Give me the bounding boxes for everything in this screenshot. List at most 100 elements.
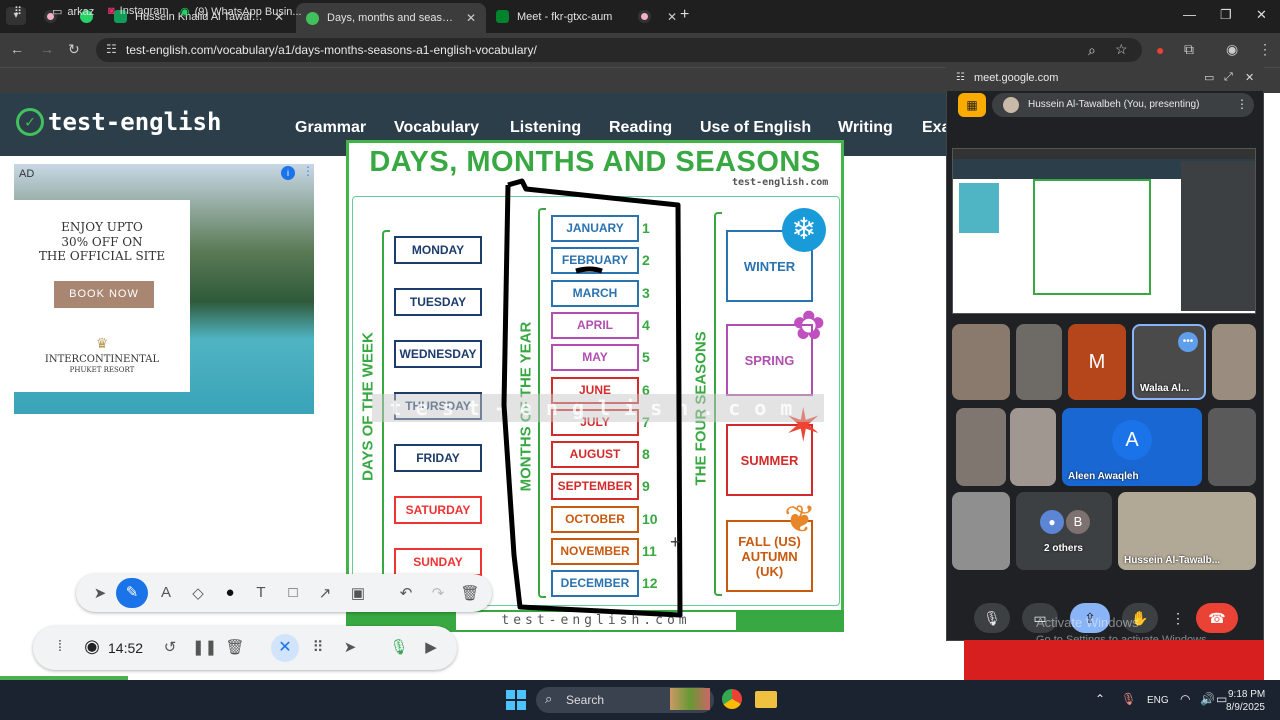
- participant-tile[interactable]: M: [1068, 324, 1126, 400]
- volume-icon[interactable]: 🔊: [1200, 692, 1215, 706]
- chrome-icon[interactable]: [722, 689, 742, 709]
- participant-tile[interactable]: [952, 492, 1010, 570]
- highlighter-icon[interactable]: A: [156, 584, 176, 601]
- extensions-icon[interactable]: ⧉: [1184, 41, 1194, 58]
- undo-icon[interactable]: ↶: [396, 584, 416, 602]
- back-icon[interactable]: ←: [10, 41, 24, 57]
- participant-tile[interactable]: Walaa Al... •••: [1132, 324, 1206, 400]
- participant-tile[interactable]: A Aleen Awaqleh: [1062, 408, 1202, 486]
- meet-url: meet.google.com: [974, 72, 1059, 84]
- ad-menu-icon[interactable]: ⋮: [302, 164, 314, 178]
- participant-tile[interactable]: [1010, 408, 1056, 486]
- annotation-drawing: [501, 178, 683, 618]
- window-close-button[interactable]: ✕: [1256, 7, 1267, 23]
- leave-call-button[interactable]: ☎: [1196, 603, 1238, 633]
- forward-icon[interactable]: →: [40, 41, 54, 57]
- new-tab-button[interactable]: +: [680, 6, 689, 24]
- nav-writing[interactable]: Writing: [838, 119, 893, 137]
- participant-tile[interactable]: [956, 408, 1006, 486]
- nav-exams[interactable]: Exa: [922, 119, 946, 137]
- file-explorer-icon[interactable]: [755, 691, 777, 708]
- flower-icon: ✿: [792, 304, 826, 348]
- nav-grammar[interactable]: Grammar: [295, 119, 366, 137]
- presenter-menu-icon[interactable]: ⋮: [1236, 97, 1248, 111]
- open-tab-icon[interactable]: ▭: [1204, 71, 1214, 84]
- minimize-button[interactable]: —: [1183, 7, 1196, 22]
- site-info-icon[interactable]: ☷: [106, 42, 117, 56]
- close-icon[interactable]: ✕: [667, 10, 677, 24]
- participant-name: Aleen Awaqleh: [1068, 471, 1139, 482]
- tab-meet[interactable]: Meet - fkr-gtxc-aum: [486, 4, 626, 29]
- check-icon: [306, 11, 319, 25]
- close-annotation-icon[interactable]: ✕: [271, 634, 299, 662]
- apps-icon[interactable]: ⠿: [14, 5, 22, 18]
- ad-info-icon[interactable]: i: [281, 166, 295, 180]
- recording-indicator-icon[interactable]: ●: [1156, 42, 1164, 58]
- meet-close-icon[interactable]: ✕: [1245, 71, 1254, 84]
- participant-tile[interactable]: [1016, 324, 1062, 400]
- delete-recording-icon[interactable]: 🗑: [225, 638, 245, 656]
- redo-icon[interactable]: ↷: [428, 584, 448, 602]
- bookmark-star-icon[interactable]: ☆: [1115, 41, 1128, 58]
- reload-icon[interactable]: ↻: [68, 41, 80, 58]
- bookmark-arkaz[interactable]: ▭ arkaz: [52, 5, 94, 19]
- instagram-icon: ◙: [108, 5, 115, 17]
- restart-icon[interactable]: ↺: [160, 638, 180, 656]
- profile-avatar[interactable]: ◉: [1226, 41, 1238, 58]
- bookmark-whatsapp[interactable]: ◉ (9) WhatsApp Busin...: [180, 5, 302, 19]
- windows-start-icon[interactable]: [506, 690, 526, 710]
- address-bar[interactable]: test-english.com/vocabulary/a1/days-mont…: [96, 38, 1142, 62]
- participant-avatar: ●: [1040, 510, 1064, 534]
- maximize-button[interactable]: ❐: [1220, 7, 1232, 23]
- camera-icon[interactable]: ▶: [421, 638, 441, 656]
- layout-icon[interactable]: ▦: [958, 93, 986, 117]
- clock-date[interactable]: 8/9/2025: [1226, 702, 1265, 713]
- tray-mic-icon[interactable]: 🎙: [1121, 692, 1136, 706]
- text-tool-icon[interactable]: T: [251, 584, 271, 601]
- grid-icon[interactable]: ⠿: [308, 638, 328, 656]
- tile-more-icon[interactable]: •••: [1178, 332, 1198, 352]
- book-now-button[interactable]: BOOK NOW: [54, 281, 154, 308]
- nav-use-of-english[interactable]: Use of English: [700, 119, 811, 137]
- meet-mic-button[interactable]: 🎙: [974, 603, 1010, 633]
- pointer-icon[interactable]: ➤: [90, 584, 110, 602]
- expand-icon[interactable]: ⤢: [1224, 71, 1233, 84]
- nav-reading[interactable]: Reading: [609, 119, 672, 137]
- tab-days-months[interactable]: Days, months and seasons – A1 ✕: [296, 3, 486, 33]
- nav-listening[interactable]: Listening: [510, 119, 581, 137]
- more-options-icon[interactable]: ⋮: [1166, 603, 1190, 633]
- language-indicator[interactable]: ENG: [1147, 695, 1169, 706]
- participant-tile[interactable]: Hussein Al-Tawalb...: [1118, 492, 1256, 570]
- crosshair-cursor-icon: +: [670, 532, 681, 552]
- close-icon[interactable]: ✕: [466, 11, 476, 25]
- trash-icon[interactable]: 🗑: [460, 584, 480, 602]
- stop-recording-icon[interactable]: ◉: [82, 636, 102, 657]
- eraser-icon[interactable]: ◇: [188, 584, 208, 602]
- tab-recording-2[interactable]: ✕: [628, 4, 678, 29]
- browser-menu-icon[interactable]: ⋮: [1258, 41, 1272, 58]
- wifi-icon[interactable]: ◠: [1180, 692, 1190, 706]
- pause-icon[interactable]: ❚❚: [192, 638, 217, 656]
- participant-tile[interactable]: B ● 2 others: [1016, 492, 1112, 570]
- participant-tile[interactable]: [1208, 408, 1256, 486]
- widget-icon[interactable]: [670, 688, 710, 710]
- nav-vocabulary[interactable]: Vocabulary: [394, 119, 479, 137]
- clock-time[interactable]: 9:18 PM: [1228, 689, 1265, 700]
- site-settings-icon[interactable]: ☷: [956, 72, 965, 83]
- background-strip: [964, 640, 1264, 680]
- image-tool-icon[interactable]: ▣: [348, 584, 368, 602]
- participant-tile[interactable]: [952, 324, 1010, 400]
- microphone-icon[interactable]: 🎙: [389, 638, 409, 656]
- drag-handle-icon[interactable]: ⁞: [50, 638, 70, 655]
- bookmark-instagram[interactable]: ◙ Instagram: [108, 5, 169, 17]
- rectangle-tool-icon[interactable]: □: [283, 584, 303, 601]
- cursor-icon[interactable]: ➤: [340, 638, 360, 656]
- ad-brand-sub: PHUKET RESORT: [69, 366, 135, 374]
- site-logo[interactable]: ✓ test-english: [16, 108, 221, 136]
- color-picker-icon[interactable]: ●: [220, 584, 240, 601]
- participant-tile[interactable]: [1212, 324, 1256, 400]
- zoom-icon[interactable]: ⌕: [1088, 42, 1096, 59]
- tray-chevron-icon[interactable]: ⌃: [1095, 692, 1105, 706]
- arrow-tool-icon[interactable]: ↗: [315, 584, 335, 602]
- pen-icon[interactable]: ✎: [116, 578, 148, 608]
